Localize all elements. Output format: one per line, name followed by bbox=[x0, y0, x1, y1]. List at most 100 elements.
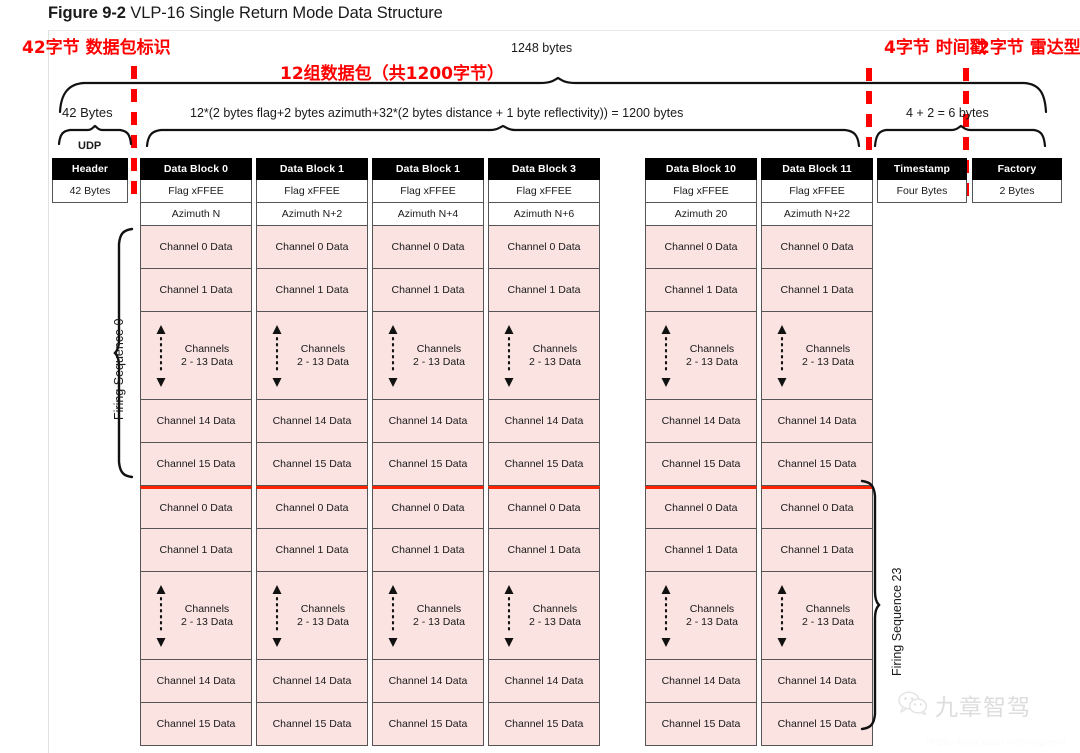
channel-data-cell: Channel 15 Data bbox=[488, 703, 600, 746]
vertical-ellipsis-arrow-icon bbox=[155, 324, 167, 387]
channel-data-cell: Channel 14 Data bbox=[645, 660, 757, 703]
channel-data-cell: Channel 0 Data bbox=[645, 226, 757, 269]
channel-data-cell: Channel 14 Data bbox=[140, 400, 252, 443]
channel-data-cell: Channel 1 Data bbox=[488, 269, 600, 312]
channel-range-label: Channels 2 - 13 Data bbox=[181, 343, 233, 368]
channel-data-cell: Channel 15 Data bbox=[140, 443, 252, 486]
data-block-flag: Flag xFFEE bbox=[256, 180, 368, 203]
figure-title: VLP-16 Single Return Mode Data Structure bbox=[130, 4, 443, 22]
annotation-header-cn: 42字节 数据包标识 bbox=[22, 38, 171, 58]
channel-range-cell: Channels 2 - 13 Data bbox=[140, 572, 252, 660]
udp-header-size: 42 Bytes bbox=[52, 180, 128, 203]
data-block-azimuth: Azimuth N+6 bbox=[488, 203, 600, 226]
channel-range-label: Channels 2 - 13 Data bbox=[686, 603, 738, 628]
tail-column: Factory 2 Bytes bbox=[972, 158, 1062, 203]
channel-data-cell: Channel 0 Data bbox=[256, 226, 368, 269]
channel-data-cell: Channel 15 Data bbox=[761, 443, 873, 486]
vertical-ellipsis-arrow-icon bbox=[271, 584, 283, 647]
channel-data-cell: Channel 0 Data bbox=[761, 486, 873, 529]
figure-page: Figure 9-2 VLP-16 Single Return Mode Dat… bbox=[0, 0, 1080, 753]
channel-data-cell: Channel 15 Data bbox=[761, 703, 873, 746]
channel-data-cell: Channel 1 Data bbox=[140, 269, 252, 312]
data-block-flag: Flag xFFEE bbox=[140, 180, 252, 203]
channel-range-cell: Channels 2 - 13 Data bbox=[761, 312, 873, 400]
url-watermark: https://blog.csdn.net/mrgjxelvl bbox=[926, 737, 1068, 748]
channel-range-cell: Channels 2 - 13 Data bbox=[140, 312, 252, 400]
wechat-icon bbox=[898, 691, 928, 720]
channel-data-cell: Channel 1 Data bbox=[140, 529, 252, 572]
data-block-azimuth: Azimuth 20 bbox=[645, 203, 757, 226]
channel-data-cell: Channel 14 Data bbox=[645, 400, 757, 443]
tail-column-size: Four Bytes bbox=[877, 180, 967, 203]
vertical-ellipsis-arrow-icon bbox=[776, 584, 788, 647]
channel-range-label: Channels 2 - 13 Data bbox=[297, 343, 349, 368]
channel-range-cell: Channels 2 - 13 Data bbox=[645, 312, 757, 400]
channel-data-cell: Channel 0 Data bbox=[645, 486, 757, 529]
channel-data-cell: Channel 1 Data bbox=[372, 529, 484, 572]
channel-range-label: Channels 2 - 13 Data bbox=[686, 343, 738, 368]
firing-sequence-23-label: Firing Sequence 23 bbox=[890, 567, 904, 676]
udp-header-title: Header bbox=[52, 158, 128, 180]
header-bytes-label: 42 Bytes bbox=[62, 105, 113, 120]
data-block-azimuth: Azimuth N+22 bbox=[761, 203, 873, 226]
channel-data-cell: Channel 15 Data bbox=[488, 443, 600, 486]
channel-data-cell: Channel 0 Data bbox=[256, 486, 368, 529]
data-block-title: Data Block 1 bbox=[256, 158, 368, 180]
channel-data-cell: Channel 15 Data bbox=[372, 443, 484, 486]
udp-header-column: Header 42 Bytes bbox=[52, 158, 128, 203]
annotation-factory-cn: 2字节 雷达型 号参数 bbox=[978, 38, 1080, 58]
vertical-ellipsis-arrow-icon bbox=[503, 324, 515, 387]
data-block-title: Data Block 11 bbox=[761, 158, 873, 180]
data-block-column: Data Block 10 Flag xFFEE Azimuth 20 Channel… bbox=[645, 158, 757, 746]
firing-sequence-23-brace bbox=[860, 479, 881, 731]
channel-data-cell: Channel 0 Data bbox=[488, 486, 600, 529]
data-block-column: Data Block 1 Flag xFFEE Azimuth N+4 Channel… bbox=[372, 158, 484, 746]
channel-data-cell: Channel 14 Data bbox=[372, 400, 484, 443]
channel-range-cell: Channels 2 - 13 Data bbox=[256, 572, 368, 660]
channel-range-label: Channels 2 - 13 Data bbox=[529, 603, 581, 628]
channel-data-cell: Channel 0 Data bbox=[761, 226, 873, 269]
figure-caption: Figure 9-2 VLP-16 Single Return Mode Dat… bbox=[48, 4, 443, 23]
channel-data-cell: Channel 15 Data bbox=[140, 703, 252, 746]
channel-data-cell: Channel 15 Data bbox=[645, 703, 757, 746]
channel-data-cell: Channel 1 Data bbox=[645, 269, 757, 312]
channel-data-cell: Channel 1 Data bbox=[761, 269, 873, 312]
channel-data-cell: Channel 15 Data bbox=[256, 443, 368, 486]
udp-label: UDP bbox=[78, 140, 102, 152]
channel-data-cell: Channel 15 Data bbox=[256, 703, 368, 746]
vertical-ellipsis-arrow-icon bbox=[660, 584, 672, 647]
channel-range-label: Channels 2 - 13 Data bbox=[297, 603, 349, 628]
total-bytes-label: 1248 bytes bbox=[511, 41, 573, 55]
vertical-ellipsis-arrow-icon bbox=[660, 324, 672, 387]
watermark: 九章智驾 bbox=[898, 688, 1031, 722]
data-block-column: Data Block 3 Flag xFFEE Azimuth N+6 Channel… bbox=[488, 158, 600, 746]
vertical-ellipsis-arrow-icon bbox=[155, 584, 167, 647]
data-block-azimuth: Azimuth N bbox=[140, 203, 252, 226]
data-block-column: Data Block 0 Flag xFFEE Azimuth N Channel 0… bbox=[140, 158, 252, 746]
annotation-timestamp-cn: 4字节 时间戳 bbox=[884, 38, 987, 58]
data-block-column: Data Block 1 Flag xFFEE Azimuth N+2 Channel… bbox=[256, 158, 368, 746]
vertical-ellipsis-arrow-icon bbox=[387, 324, 399, 387]
data-block-title: Data Block 1 bbox=[372, 158, 484, 180]
channel-data-cell: Channel 0 Data bbox=[372, 486, 484, 529]
channel-range-cell: Channels 2 - 13 Data bbox=[256, 312, 368, 400]
channel-data-cell: Channel 1 Data bbox=[645, 529, 757, 572]
payload-formula-label: 12*(2 bytes flag+2 bytes azimuth+32*(2 b… bbox=[190, 106, 684, 120]
channel-range-label: Channels 2 - 13 Data bbox=[181, 603, 233, 628]
channel-data-cell: Channel 14 Data bbox=[256, 660, 368, 703]
channel-range-label: Channels 2 - 13 Data bbox=[802, 603, 854, 628]
channel-data-cell: Channel 0 Data bbox=[140, 486, 252, 529]
tail-formula-label: 4 + 2 = 6 bytes bbox=[906, 106, 989, 120]
channel-range-cell: Channels 2 - 13 Data bbox=[372, 572, 484, 660]
channel-range-label: Channels 2 - 13 Data bbox=[802, 343, 854, 368]
channel-range-label: Channels 2 - 13 Data bbox=[529, 343, 581, 368]
tail-column: Timestamp Four Bytes bbox=[877, 158, 967, 203]
channel-range-cell: Channels 2 - 13 Data bbox=[488, 312, 600, 400]
tail-column-size: 2 Bytes bbox=[972, 180, 1062, 203]
vertical-ellipsis-arrow-icon bbox=[387, 584, 399, 647]
channel-data-cell: Channel 15 Data bbox=[645, 443, 757, 486]
channel-data-cell: Channel 14 Data bbox=[761, 400, 873, 443]
data-block-flag: Flag xFFEE bbox=[761, 180, 873, 203]
tail-column-title: Factory bbox=[972, 158, 1062, 180]
tail-column-title: Timestamp bbox=[877, 158, 967, 180]
